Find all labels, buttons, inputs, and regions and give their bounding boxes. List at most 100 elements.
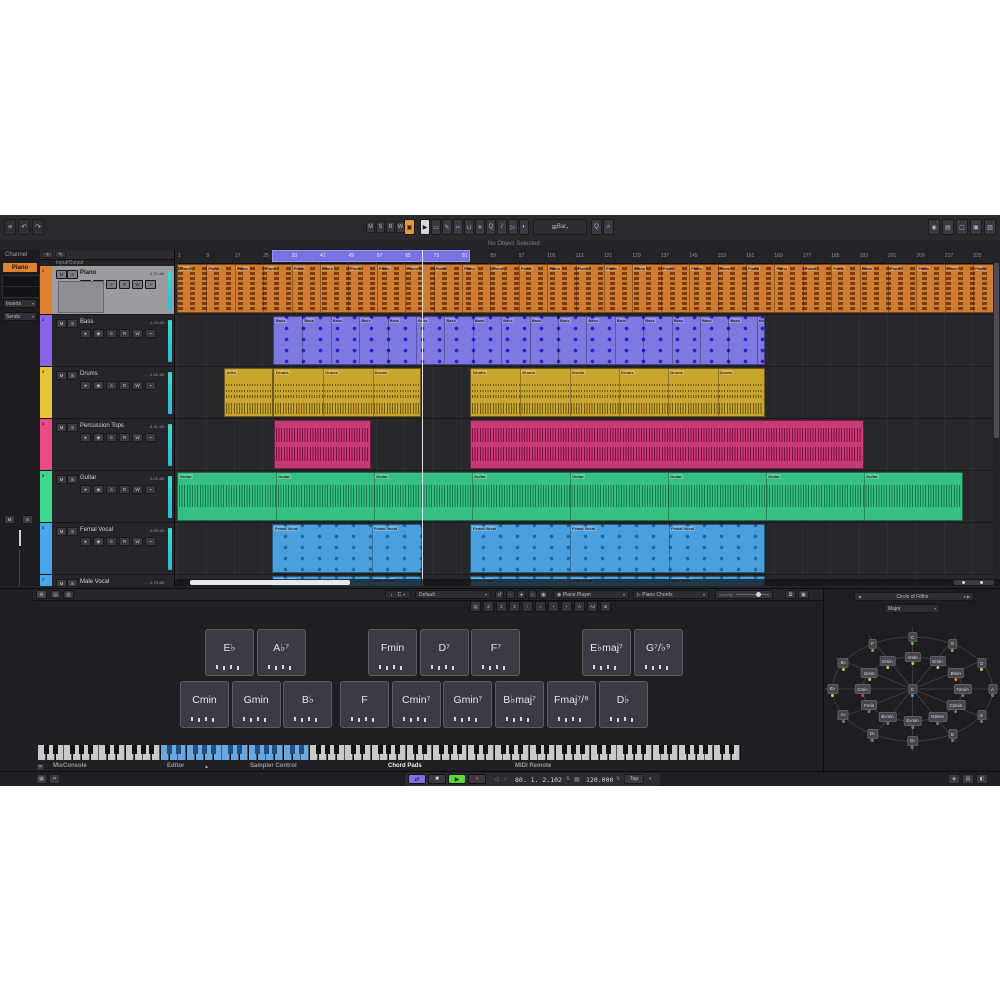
transpose-icon[interactable]: 1 bbox=[496, 601, 507, 612]
chord-pad-D[interactable]: D♭ bbox=[599, 681, 648, 728]
clip-guitar[interactable]: GuitarGuitarGuitarGuitarGuitarGuitarGuit… bbox=[177, 472, 963, 521]
black-key[interactable] bbox=[501, 745, 506, 754]
black-key[interactable] bbox=[228, 745, 233, 754]
play-button[interactable]: ▶ bbox=[448, 774, 466, 784]
track-solo-button[interactable]: S bbox=[67, 475, 78, 484]
timeline-ruler[interactable]: 1917253341495765738189971051131211291371… bbox=[175, 250, 1000, 264]
transport-left-icon[interactable]: ▦ bbox=[36, 774, 47, 784]
transpose-icon[interactable]: • bbox=[548, 601, 559, 612]
play-tool[interactable]: ▷ bbox=[508, 219, 518, 235]
track-mute-button[interactable]: M bbox=[56, 270, 67, 279]
line-tool[interactable]: / bbox=[497, 219, 507, 235]
black-key[interactable] bbox=[667, 745, 672, 754]
black-key[interactable] bbox=[149, 745, 154, 754]
black-key[interactable] bbox=[360, 745, 365, 754]
clip-drums[interactable]: DrumsDrumsDrumsDrumsDrumsDrums bbox=[470, 368, 765, 417]
chord-pad-Fmaj[interactable]: Fmaj⁷/⁹ bbox=[547, 681, 596, 728]
close-icon[interactable]: ✕ bbox=[36, 763, 45, 771]
transport-right-icon[interactable]: ▤ bbox=[962, 774, 974, 784]
velocity-knob[interactable] bbox=[756, 592, 761, 597]
circle-node-F[interactable]: F bbox=[868, 639, 877, 649]
tab-chord-pads[interactable]: Chord Pads bbox=[388, 763, 422, 769]
position-display[interactable]: 80. 1. 2.102 bbox=[515, 776, 562, 784]
black-key[interactable] bbox=[141, 745, 146, 754]
circle-node-Emin[interactable]: E♭min bbox=[903, 716, 921, 726]
black-key[interactable] bbox=[255, 745, 260, 754]
state-button-m[interactable]: M bbox=[366, 221, 375, 233]
track-button[interactable]: R bbox=[119, 537, 130, 546]
circle-node-B[interactable]: B♭ bbox=[838, 658, 849, 668]
tab-midi-remote[interactable]: MIDI Remote bbox=[515, 763, 551, 769]
black-key[interactable] bbox=[264, 745, 269, 754]
add-track-icon[interactable]: + bbox=[42, 251, 53, 258]
tab-mixconsole[interactable]: MixConsole bbox=[53, 763, 87, 769]
track-row[interactable]: 2MSBass-1.20 dB●◉eRW▪ bbox=[40, 315, 174, 367]
black-key[interactable] bbox=[413, 745, 418, 754]
black-key[interactable] bbox=[536, 745, 541, 754]
project-cursor[interactable] bbox=[422, 250, 423, 586]
track-button[interactable]: ◉ bbox=[93, 381, 104, 390]
tempo-display[interactable]: 120.000 bbox=[586, 776, 613, 784]
black-key[interactable] bbox=[167, 745, 172, 754]
track-row[interactable]: 5MSGuitar-3.05 dB●◉eRW▪ bbox=[40, 471, 174, 523]
tab-editor[interactable]: Editor bbox=[167, 763, 184, 769]
black-key[interactable] bbox=[597, 745, 602, 754]
tempo-mode-caret[interactable]: ▾ bbox=[649, 776, 652, 782]
panel-toggle-icon[interactable]: ▣ bbox=[798, 590, 809, 599]
clip-drums[interactable]: Intro bbox=[224, 368, 273, 417]
split-tool[interactable]: ✂ bbox=[453, 219, 463, 235]
black-key[interactable] bbox=[211, 745, 216, 754]
black-key[interactable] bbox=[483, 745, 488, 754]
window-layout-icon[interactable]: ▢ bbox=[956, 219, 968, 235]
track-button[interactable]: ● bbox=[80, 433, 91, 442]
track-mute-button[interactable]: M bbox=[56, 371, 67, 380]
black-key[interactable] bbox=[325, 745, 330, 754]
track-button[interactable]: R bbox=[119, 381, 130, 390]
circle-node-D[interactable]: D bbox=[977, 658, 986, 668]
inspector-track-selector[interactable]: Piano bbox=[2, 262, 38, 273]
circle-node-Gmin[interactable]: Gmin bbox=[861, 668, 878, 678]
panel-toggle-icon[interactable]: ⧉ bbox=[785, 590, 796, 599]
strip-mute-button[interactable]: M bbox=[4, 515, 15, 524]
black-key[interactable] bbox=[659, 745, 664, 754]
draw-tool[interactable]: ✎ bbox=[442, 219, 452, 235]
metronome-icon[interactable]: ▦ bbox=[574, 776, 580, 783]
pan-control[interactable] bbox=[19, 530, 21, 546]
strip-solo-button[interactable]: S bbox=[22, 515, 33, 524]
circle-node-center[interactable]: C bbox=[908, 684, 917, 694]
chord-pad-Fmin[interactable]: Fmin bbox=[368, 629, 417, 676]
track-solo-button[interactable]: S bbox=[67, 319, 78, 328]
track-mute-button[interactable]: M bbox=[56, 527, 67, 536]
chord-pad-A[interactable]: A♭⁷ bbox=[257, 629, 306, 676]
clip-percussion-tops[interactable] bbox=[274, 420, 371, 469]
circle-node-Dmin[interactable]: Dmin bbox=[879, 656, 896, 666]
transpose-icon[interactable]: 2 bbox=[509, 601, 520, 612]
transpose-icon[interactable]: ↑ bbox=[522, 601, 533, 612]
chord-pad-Gmin[interactable]: Gmin⁷ bbox=[443, 681, 492, 728]
chord-pad-E[interactable]: E♭ bbox=[205, 629, 254, 676]
track-mute-button[interactable]: M bbox=[56, 475, 67, 484]
inserts-section[interactable]: Inserts ▾ bbox=[3, 299, 37, 308]
black-key[interactable] bbox=[44, 745, 49, 754]
circle-node-G[interactable]: G♭ bbox=[907, 736, 919, 746]
black-key[interactable] bbox=[237, 745, 242, 754]
track-button[interactable]: ● bbox=[80, 329, 91, 338]
velocity-slider[interactable]: Velocity bbox=[715, 590, 773, 599]
black-key[interactable] bbox=[132, 745, 137, 754]
track-button[interactable]: ◉ bbox=[93, 433, 104, 442]
black-key[interactable] bbox=[580, 745, 585, 754]
circle-node-A[interactable]: A bbox=[988, 684, 997, 694]
horizontal-scrollbar[interactable] bbox=[175, 579, 1000, 586]
black-key[interactable] bbox=[448, 745, 453, 754]
track-button[interactable]: ▪ bbox=[145, 433, 156, 442]
track-button[interactable]: R bbox=[119, 433, 130, 442]
player-dropdown[interactable]: ◉ Piano Player▾ bbox=[553, 590, 629, 599]
black-key[interactable] bbox=[79, 745, 84, 754]
circle-node-B[interactable]: B bbox=[948, 729, 957, 739]
track-solo-button[interactable]: S bbox=[67, 579, 78, 586]
window-layout-icon[interactable]: ▤ bbox=[942, 219, 954, 235]
snap-button[interactable]: ⌕ bbox=[603, 219, 614, 235]
transpose-icon[interactable]: ♯ bbox=[483, 601, 494, 612]
black-key[interactable] bbox=[720, 745, 725, 754]
window-layout-icon[interactable]: ▣ bbox=[970, 219, 982, 235]
